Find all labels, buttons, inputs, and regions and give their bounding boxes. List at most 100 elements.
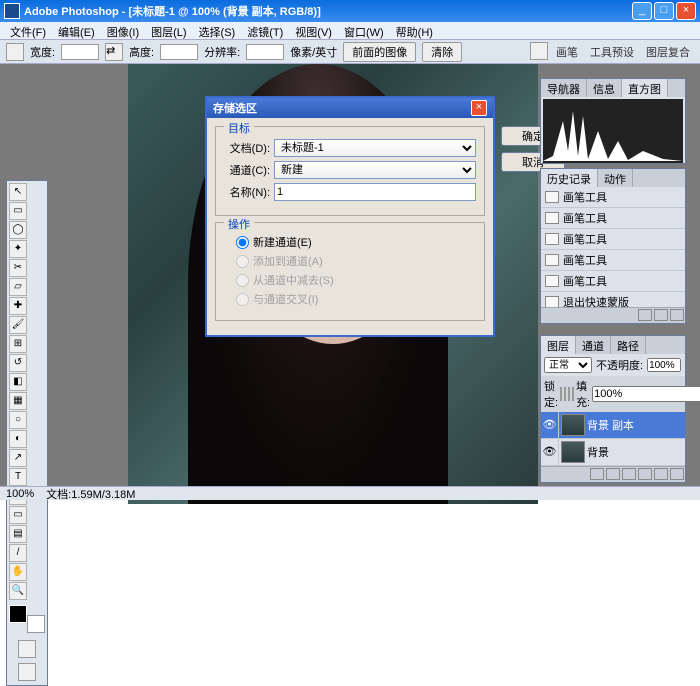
fill-input[interactable] [592,386,700,402]
target-legend: 目标 [224,120,254,136]
dodge-tool[interactable]: ◐ [9,430,27,448]
layer-item[interactable]: 👁背景 [541,439,685,466]
move-tool[interactable]: ↖ [9,183,27,201]
history-brush-tool[interactable]: ↺ [9,354,27,372]
menu-filter[interactable]: 滤镜(T) [241,22,289,39]
adjust-icon[interactable] [622,468,636,480]
visibility-icon[interactable]: 👁 [541,412,559,438]
history-item[interactable]: 画笔工具 [541,250,685,271]
tab-history[interactable]: 历史记录 [541,169,598,187]
menu-layer[interactable]: 图层(L) [145,22,192,39]
layer-thumb [561,441,585,463]
lock-pixels-icon[interactable] [564,387,566,401]
eyedropper-tool[interactable]: / [9,544,27,562]
history-item[interactable]: 画笔工具 [541,208,685,229]
folder-icon[interactable] [638,468,652,480]
new-icon[interactable] [654,309,668,321]
height-input[interactable] [160,44,198,60]
foreground-color[interactable] [9,605,27,623]
dialog-titlebar[interactable]: 存储选区 × [207,98,493,118]
trash-icon[interactable] [670,468,684,480]
hand-tool[interactable]: ✋ [9,563,27,581]
brushes-link[interactable]: 画笔 [552,42,582,62]
tab-paths[interactable]: 路径 [611,336,646,354]
history-item[interactable]: 退出快速蒙版 [541,292,685,307]
lasso-tool[interactable]: ◯ [9,221,27,239]
layer-item[interactable]: 👁背景 副本 [541,412,685,439]
unit-select[interactable]: 像素/英寸 [290,44,337,60]
visibility-icon[interactable]: 👁 [541,439,559,465]
history-item[interactable]: 画笔工具 [541,187,685,208]
stamp-tool[interactable]: ⊞ [9,335,27,353]
op-add-radio [236,255,249,268]
menu-select[interactable]: 选择(S) [193,22,242,39]
clear-button[interactable]: 清除 [422,42,462,62]
wand-tool[interactable]: ✦ [9,240,27,258]
quickmask-icon[interactable] [18,640,36,658]
path-tool[interactable]: ↗ [9,449,27,467]
mask-icon[interactable] [606,468,620,480]
background-color[interactable] [27,615,45,633]
zoom-tool[interactable]: 🔍 [9,582,27,600]
brush-icon [545,275,559,287]
brush-tool[interactable]: 🖌 [9,316,27,334]
menu-view[interactable]: 视图(V) [289,22,338,39]
menu-edit[interactable]: 编辑(E) [52,22,101,39]
crop-tool[interactable]: ✂ [9,259,27,277]
front-image-button[interactable]: 前面的图像 [343,42,416,62]
menu-window[interactable]: 窗口(W) [338,22,390,39]
heal-tool[interactable]: ✚ [9,297,27,315]
history-item[interactable]: 画笔工具 [541,229,685,250]
comps-link[interactable]: 图层复合 [642,42,694,62]
fx-icon[interactable] [590,468,604,480]
slice-tool[interactable]: ▱ [9,278,27,296]
presets-link[interactable]: 工具预设 [586,42,638,62]
notes-tool[interactable]: ▤ [9,525,27,543]
op-sub-radio [236,274,249,287]
palette-icon[interactable] [530,42,548,60]
swap-icon[interactable]: ⇄ [105,43,123,61]
crop-tool-icon[interactable] [6,43,24,61]
doc-select[interactable]: 未标题-1 [274,139,476,157]
history-item[interactable]: 画笔工具 [541,271,685,292]
tab-info[interactable]: 信息 [587,79,622,97]
menu-help[interactable]: 帮助(H) [390,22,439,39]
screenmode-icon[interactable] [18,663,36,681]
resolution-input[interactable] [246,44,284,60]
window-title: Adobe Photoshop - [未标题-1 @ 100% (背景 副本, … [24,3,632,19]
lock-position-icon[interactable] [568,387,570,401]
lock-transparency-icon[interactable] [560,387,562,401]
lock-all-icon[interactable] [572,387,574,401]
op-new-radio[interactable] [236,236,249,249]
dialog-close-icon[interactable]: × [471,100,487,116]
channel-select[interactable]: 新建 [274,161,476,179]
gradient-tool[interactable]: ▦ [9,392,27,410]
tab-navigator[interactable]: 导航器 [541,79,587,97]
menu-file[interactable]: 文件(F) [4,22,52,39]
eraser-tool[interactable]: ◧ [9,373,27,391]
titlebar: Adobe Photoshop - [未标题-1 @ 100% (背景 副本, … [0,0,700,22]
maximize-button[interactable]: □ [654,2,674,20]
minimize-button[interactable]: _ [632,2,652,20]
width-input[interactable] [61,44,99,60]
tab-layers[interactable]: 图层 [541,336,576,354]
op-new-label: 新建通道(E) [253,234,312,250]
new-layer-icon[interactable] [654,468,668,480]
close-button[interactable]: × [676,2,696,20]
tab-channels[interactable]: 通道 [576,336,611,354]
menu-image[interactable]: 图像(I) [101,22,145,39]
opacity-input[interactable] [647,358,681,372]
blend-mode-select[interactable]: 正常 [544,357,592,373]
trash-icon[interactable] [670,309,684,321]
type-tool[interactable]: T [9,468,27,486]
tab-histogram[interactable]: 直方图 [622,79,668,97]
tab-actions[interactable]: 动作 [598,169,633,187]
operation-legend: 操作 [224,216,254,232]
blur-tool[interactable]: ○ [9,411,27,429]
name-input[interactable] [274,183,476,201]
marquee-tool[interactable]: ▭ [9,202,27,220]
snapshot-icon[interactable] [638,309,652,321]
color-swatch[interactable] [9,605,45,633]
shape-tool[interactable]: ▭ [9,506,27,524]
history-panel: 历史记录动作 画笔工具 画笔工具 画笔工具 画笔工具 画笔工具 退出快速蒙版 选… [540,168,686,324]
